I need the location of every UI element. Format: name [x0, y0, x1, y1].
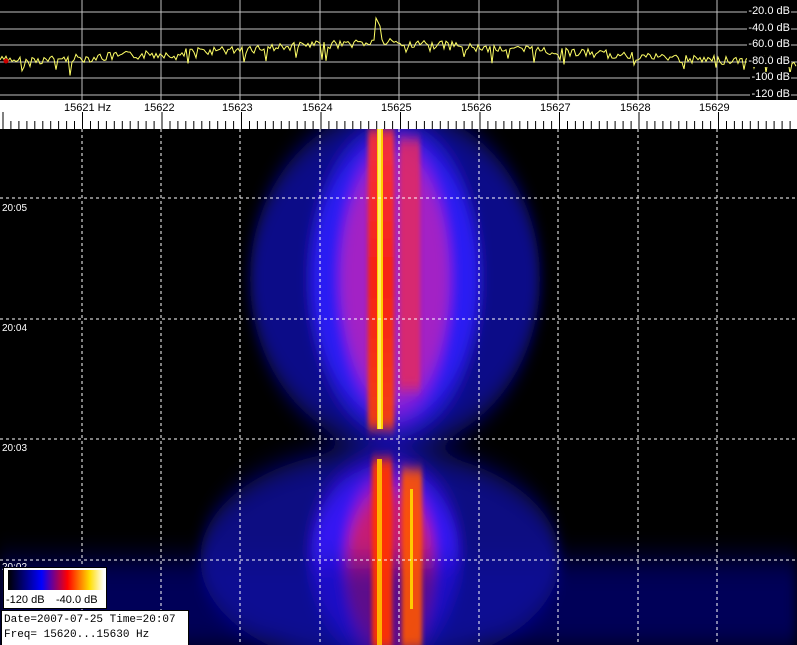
time-label: 20:04 [2, 323, 28, 334]
freq-range-text: Freq= 15620...15630 Hz [4, 629, 150, 641]
spectrum-trace [0, 16, 797, 76]
db-label: -100 dB [750, 71, 791, 83]
waterfall-display[interactable]: 20:05 20:04 20:03 20:02 [0, 129, 797, 645]
time-label: 20:03 [2, 443, 28, 454]
spectrum-display[interactable]: -20.0 dB -40.0 dB -60.0 dB -80.0 dB -100… [0, 0, 797, 100]
date-time-text: Date=2007-07-25 Time=20:07 [4, 614, 176, 626]
legend-max-label: -40.0 dB [56, 594, 98, 606]
info-box: Date=2007-07-25 Time=20:07 Freq= 15620..… [1, 610, 189, 645]
db-label: -20.0 dB [747, 5, 791, 17]
ruler-ticks [2, 112, 791, 129]
time-label: 20:05 [2, 203, 28, 214]
legend-min-label: -120 dB [6, 594, 45, 606]
db-label: -120 dB [750, 88, 791, 100]
spectrum-graph [0, 0, 797, 100]
frequency-ruler[interactable]: 15621 Hz 15622 15623 15624 15625 15626 1… [0, 100, 797, 129]
spectrum-analyzer-window: -20.0 dB -40.0 dB -60.0 dB -80.0 dB -100… [0, 0, 797, 645]
color-scale-legend: -120 dB -40.0 dB [3, 567, 107, 609]
db-label: -80.0 dB [747, 55, 791, 67]
db-label: -60.0 dB [747, 38, 791, 50]
peak-marker [3, 58, 9, 64]
color-scale-bar [8, 570, 104, 590]
spectrum-grid [0, 0, 797, 100]
waterfall-graph [0, 129, 797, 645]
db-label: -40.0 dB [747, 22, 791, 34]
